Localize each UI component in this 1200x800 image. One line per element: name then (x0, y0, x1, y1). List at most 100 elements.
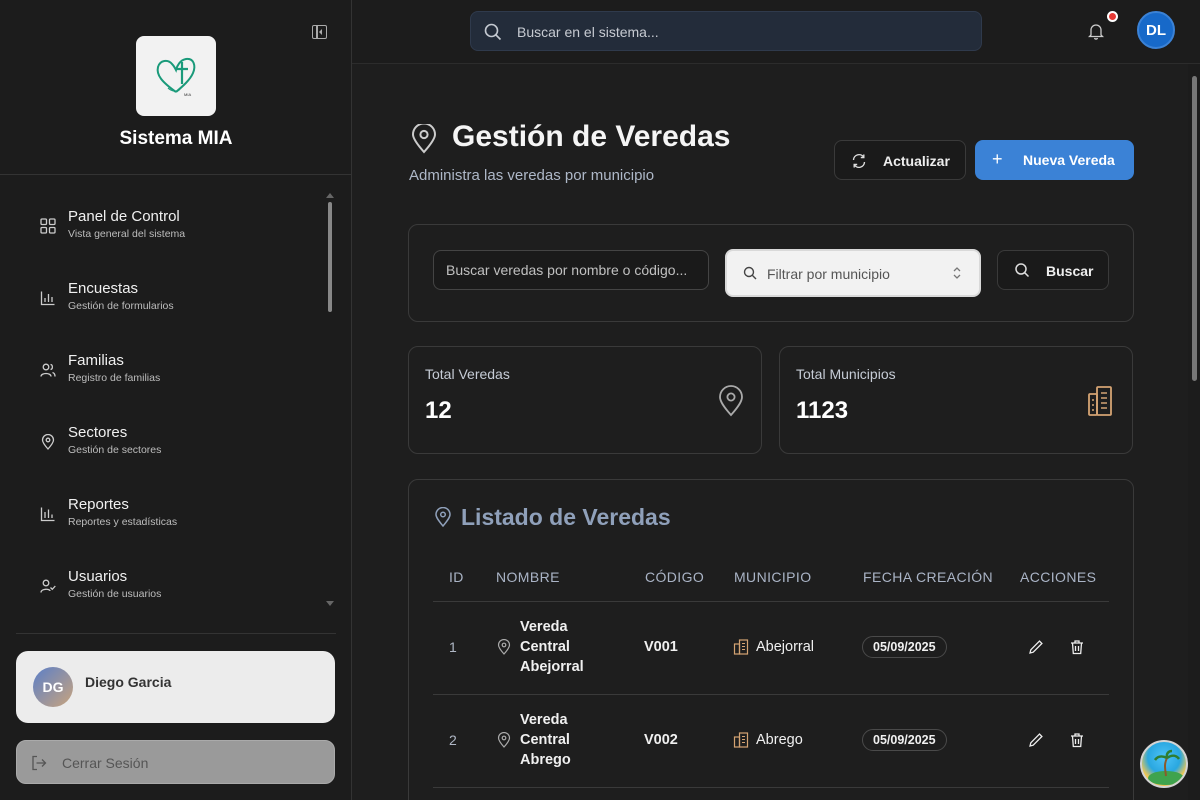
topbar: DL (352, 0, 1200, 64)
search-input[interactable] (517, 22, 957, 42)
municipio-filter-placeholder: Filtrar por municipio (767, 266, 890, 282)
avatar[interactable]: DL (1137, 11, 1175, 49)
edit-icon[interactable] (1028, 639, 1044, 655)
search-icon (1015, 263, 1030, 278)
global-search[interactable] (470, 11, 982, 51)
veredas-list-card: Listado de Veredas ID NOMBRE CÓDIGO MUNI… (408, 479, 1134, 800)
trash-icon[interactable] (1069, 639, 1085, 655)
row-codigo: V001 (644, 639, 678, 655)
bell-icon[interactable] (1088, 22, 1104, 40)
refresh-label: Actualizar (883, 153, 950, 169)
sidebar-item-reportes[interactable]: Reportes Reportes y estadísticas (36, 494, 316, 534)
sidebar-item-label: Usuarios (68, 568, 128, 585)
refresh-icon (852, 153, 866, 169)
search-button[interactable]: Buscar (997, 250, 1109, 290)
sidebar-divider (16, 633, 336, 634)
column-header-id[interactable]: ID (449, 569, 464, 585)
grid-icon (40, 218, 56, 234)
edit-icon[interactable] (1028, 732, 1044, 748)
stat-label: Total Municipios (796, 366, 896, 382)
column-header-municipio[interactable]: MUNICIPIO (734, 569, 812, 585)
sidebar-scroll-down-icon[interactable] (326, 601, 334, 606)
building-icon (733, 732, 749, 748)
avatar: DG (33, 667, 73, 707)
logout-button[interactable]: Cerrar Sesión (16, 740, 335, 784)
stat-card-total-veredas: Total Veredas 12 (408, 346, 762, 454)
bar-chart-icon (40, 291, 55, 306)
page-title: Gestión de Veredas (452, 120, 731, 153)
search-icon (743, 266, 757, 280)
chevron-up-down-icon (953, 267, 961, 279)
assistant-fab-button[interactable] (1140, 740, 1188, 788)
row-nombre: Vereda Central Abejorral (520, 619, 584, 675)
users-icon (40, 363, 56, 377)
sidebar-divider (0, 174, 352, 175)
sidebar-item-familias[interactable]: Familias Registro de familias (36, 350, 316, 390)
column-header-codigo[interactable]: CÓDIGO (645, 569, 704, 585)
user-profile-card[interactable]: DG Diego Garcia (16, 651, 335, 723)
heart-cross-logo-icon: MIA (156, 57, 196, 97)
page-subtitle: Administra las veredas por municipio (409, 167, 655, 184)
map-pin-icon (435, 507, 451, 527)
app-logo: MIA (136, 36, 216, 116)
sidebar-item-description: Reportes y estadísticas (68, 516, 178, 528)
column-header-nombre[interactable]: NOMBRE (496, 569, 560, 585)
sidebar-item-label: Panel de Control (68, 208, 180, 225)
building-icon (733, 639, 749, 655)
stat-card-total-municipios: Total Municipios 1123 (779, 346, 1133, 454)
row-id: 2 (449, 732, 457, 748)
logout-label: Cerrar Sesión (62, 755, 149, 771)
stat-value: 1123 (796, 397, 849, 424)
sidebar-item-encuestas[interactable]: Encuestas Gestión de formularios (36, 278, 316, 318)
table-row[interactable]: 1 Vereda Central Abejorral V001 Abejorra… (433, 602, 1109, 695)
sidebar-collapse-icon[interactable] (312, 25, 327, 39)
row-id: 1 (449, 639, 457, 655)
notification-badge (1107, 11, 1118, 22)
sidebar-item-description: Gestión de usuarios (68, 588, 162, 600)
plus-icon: + (992, 149, 1003, 169)
stat-value: 12 (425, 397, 452, 424)
logo-text: MIA (184, 92, 191, 97)
sidebar-scroll-up-icon[interactable] (326, 193, 334, 198)
sidebar-item-label: Reportes (68, 496, 129, 513)
sidebar-item-label: Familias (68, 352, 124, 369)
filter-card: Filtrar por municipio Buscar (408, 224, 1134, 322)
search-icon (484, 23, 502, 41)
user-name: Diego Garcia (85, 674, 172, 690)
main-scrollbar[interactable] (1192, 76, 1197, 381)
sidebar-item-description: Vista general del sistema (68, 228, 186, 240)
bar-chart-icon (40, 507, 55, 522)
row-codigo: V002 (644, 732, 678, 748)
map-pin-icon (497, 639, 511, 655)
map-pin-icon (411, 124, 437, 154)
user-check-icon (40, 579, 56, 593)
new-vereda-button[interactable]: + Nueva Vereda (975, 140, 1134, 180)
row-municipio: Abejorral (756, 639, 815, 655)
sidebar: MIA Sistema MIA Panel de Control Vista g… (0, 0, 352, 800)
column-header-fecha[interactable]: FECHA CREACIÓN (863, 569, 993, 585)
sidebar-item-panel-de-control[interactable]: Panel de Control Vista general del siste… (36, 206, 316, 246)
row-fecha-badge: 05/09/2025 (862, 729, 947, 751)
sidebar-scrollbar[interactable] (328, 202, 332, 312)
refresh-button[interactable]: Actualizar (834, 140, 966, 180)
building-icon (1088, 386, 1112, 416)
table-row[interactable]: 2 Vereda Central Abrego V002 Abrego 05/0… (433, 695, 1109, 788)
row-nombre: Vereda Central Abrego (520, 712, 571, 768)
sidebar-item-description: Gestión de formularios (68, 300, 174, 312)
vereda-search-input[interactable] (433, 250, 709, 290)
row-fecha-badge: 05/09/2025 (862, 636, 947, 658)
sidebar-item-usuarios[interactable]: Usuarios Gestión de usuarios (36, 566, 316, 606)
sidebar-item-sectores[interactable]: Sectores Gestión de sectores (36, 422, 316, 462)
sidebar-item-description: Registro de familias (68, 372, 161, 384)
sidebar-item-description: Gestión de sectores (68, 444, 162, 456)
stat-label: Total Veredas (425, 366, 510, 382)
column-header-acciones: ACCIONES (1020, 569, 1097, 585)
row-municipio: Abrego (756, 732, 803, 748)
map-pin-icon (497, 732, 511, 748)
app-name: Sistema MIA (119, 128, 233, 149)
trash-icon[interactable] (1069, 732, 1085, 748)
logout-icon (32, 755, 47, 771)
municipio-filter-select[interactable]: Filtrar por municipio (725, 249, 981, 297)
search-button-label: Buscar (1046, 263, 1094, 279)
new-vereda-label: Nueva Vereda (1023, 152, 1115, 168)
